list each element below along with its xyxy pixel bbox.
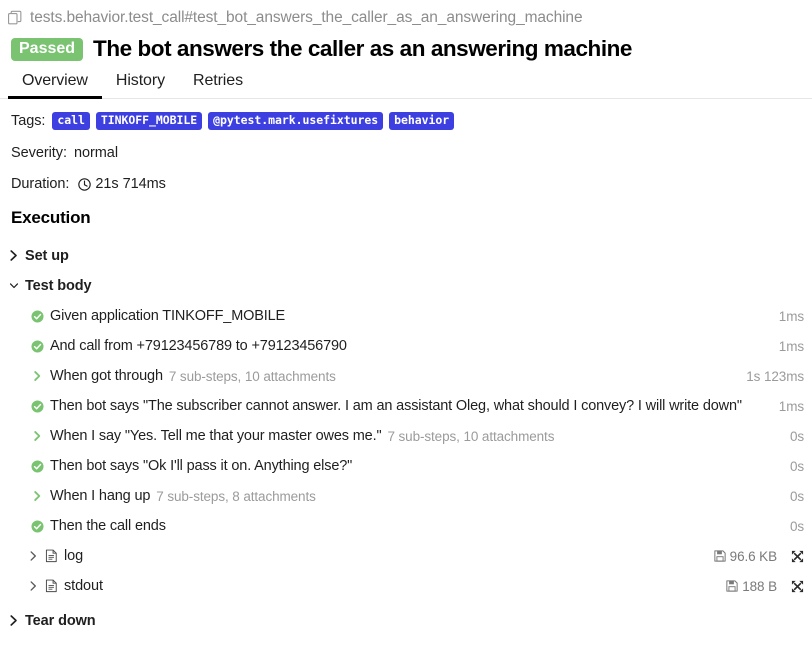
step-name: When I hang up bbox=[50, 488, 151, 505]
attachment-size: 188 B bbox=[742, 578, 777, 594]
tag-chip[interactable]: call bbox=[52, 112, 90, 131]
expand-icon[interactable] bbox=[791, 550, 804, 563]
step-name: And call from +79123456789 to +791234567… bbox=[50, 338, 347, 355]
step-row[interactable]: And call from +79123456789 to +791234567… bbox=[0, 335, 812, 357]
group-label-test-body: Test body bbox=[25, 277, 92, 294]
chevron-right-icon bbox=[33, 371, 40, 382]
chevron-right-icon bbox=[10, 250, 17, 262]
step-substeps: 7 sub-steps, 10 attachments bbox=[387, 428, 555, 444]
step-substeps: 7 sub-steps, 10 attachments bbox=[168, 368, 336, 384]
severity-value: normal bbox=[73, 145, 118, 162]
step-status bbox=[29, 460, 45, 473]
attachment-row[interactable]: stdout 188 B bbox=[0, 575, 812, 597]
step-duration: 1ms bbox=[778, 338, 804, 354]
step-duration: 1ms bbox=[778, 308, 804, 324]
step-expander[interactable] bbox=[29, 370, 45, 382]
chevron-right-icon bbox=[33, 491, 40, 502]
document-icon bbox=[45, 579, 57, 593]
severity-label: Severity: bbox=[11, 145, 67, 162]
title-row: Passed The bot answers the caller as an … bbox=[0, 28, 812, 62]
duration-label: Duration: bbox=[11, 176, 70, 193]
save-icon[interactable] bbox=[726, 580, 738, 592]
document-icon bbox=[45, 549, 57, 563]
tag-chip[interactable]: @pytest.mark.usefixtures bbox=[208, 112, 384, 131]
metadata-block: Tags: call TINKOFF_MOBILE @pytest.mark.u… bbox=[0, 99, 812, 192]
step-expander[interactable] bbox=[29, 430, 45, 442]
step-name: When got through bbox=[50, 368, 163, 385]
attachment-name: stdout bbox=[64, 578, 103, 595]
group-set-up[interactable]: Set up bbox=[0, 245, 812, 266]
chevron-right-icon[interactable] bbox=[29, 580, 38, 592]
check-circle-icon bbox=[30, 340, 44, 353]
chevron-down-icon bbox=[9, 283, 19, 289]
execution-heading: Execution bbox=[11, 208, 91, 228]
duration-value: 21s 714ms bbox=[95, 176, 166, 193]
chevron-right-icon[interactable] bbox=[29, 550, 38, 562]
step-row[interactable]: Then bot says "The subscriber cannot ans… bbox=[0, 395, 812, 417]
check-circle-icon bbox=[30, 520, 44, 533]
tab-retries[interactable]: Retries bbox=[179, 73, 257, 98]
test-full-name: tests.behavior.test_call#test_bot_answer… bbox=[30, 9, 583, 26]
duration-row: Duration: 21s 714ms bbox=[11, 176, 812, 192]
save-icon[interactable] bbox=[713, 550, 726, 562]
step-row[interactable]: Then bot says "Ok I'll pass it on. Anyth… bbox=[0, 455, 812, 477]
attachment-size: 96.6 KB bbox=[729, 548, 777, 564]
attachment-name: log bbox=[64, 548, 84, 565]
step-name: Then the call ends bbox=[50, 518, 166, 535]
step-name: Given application TINKOFF_MOBILE bbox=[50, 308, 286, 325]
group-label-set-up: Set up bbox=[25, 247, 69, 264]
step-row[interactable]: Given application TINKOFF_MOBILE 1ms bbox=[0, 305, 812, 327]
step-name: Then bot says "The subscriber cannot ans… bbox=[50, 398, 742, 415]
chevron-right-icon bbox=[10, 615, 17, 627]
step-duration: 0s bbox=[789, 458, 804, 474]
step-row[interactable]: When got through 7 sub-steps, 10 attachm… bbox=[0, 365, 812, 387]
tags-row: Tags: call TINKOFF_MOBILE @pytest.mark.u… bbox=[11, 112, 812, 131]
check-circle-icon bbox=[30, 400, 44, 413]
step-row[interactable]: Then the call ends 0s bbox=[0, 515, 812, 537]
step-expander[interactable] bbox=[29, 490, 45, 502]
chevron-right-icon bbox=[33, 431, 40, 442]
step-name: When I say "Yes. Tell me that your maste… bbox=[50, 428, 382, 445]
tags-label: Tags: bbox=[11, 113, 46, 130]
tag-chip[interactable]: TINKOFF_MOBILE bbox=[95, 112, 203, 131]
severity-row: Severity: normal bbox=[11, 145, 812, 161]
step-duration: 0s bbox=[789, 488, 804, 504]
step-duration: 1s 123ms bbox=[746, 368, 804, 384]
tag-chip[interactable]: behavior bbox=[389, 112, 455, 131]
expand-icon[interactable] bbox=[791, 580, 804, 593]
step-status bbox=[29, 340, 45, 353]
step-substeps: 7 sub-steps, 8 attachments bbox=[156, 488, 316, 504]
step-status bbox=[29, 400, 45, 413]
step-duration: 0s bbox=[789, 518, 804, 534]
breadcrumb: tests.behavior.test_call#test_bot_answer… bbox=[0, 0, 812, 28]
copy-icon[interactable] bbox=[8, 10, 23, 26]
group-label-tear-down: Tear down bbox=[25, 612, 96, 629]
step-row[interactable]: When I say "Yes. Tell me that your maste… bbox=[0, 425, 812, 447]
step-name: Then bot says "Ok I'll pass it on. Anyth… bbox=[50, 458, 353, 475]
test-result-page: tests.behavior.test_call#test_bot_answer… bbox=[0, 0, 812, 649]
attachment-row[interactable]: log 96.6 KB bbox=[0, 545, 812, 567]
tab-overview[interactable]: Overview bbox=[8, 73, 102, 99]
group-tear-down[interactable]: Tear down bbox=[0, 610, 812, 631]
tab-bar: Overview History Retries bbox=[0, 62, 812, 99]
check-circle-icon bbox=[30, 310, 44, 323]
clock-icon bbox=[78, 177, 92, 191]
step-duration: 0s bbox=[789, 428, 804, 444]
page-title: The bot answers the caller as an answeri… bbox=[93, 36, 632, 61]
check-circle-icon bbox=[30, 460, 44, 473]
step-status bbox=[29, 310, 45, 323]
step-duration: 1ms bbox=[778, 398, 804, 414]
tag-list: call TINKOFF_MOBILE @pytest.mark.usefixt… bbox=[52, 112, 455, 131]
step-row[interactable]: When I hang up 7 sub-steps, 8 attachment… bbox=[0, 485, 812, 507]
tab-history[interactable]: History bbox=[102, 73, 179, 98]
step-status bbox=[29, 520, 45, 533]
step-list: Given application TINKOFF_MOBILE 1ms And… bbox=[0, 305, 812, 597]
status-badge: Passed bbox=[11, 37, 84, 61]
group-test-body[interactable]: Test body bbox=[0, 275, 812, 296]
